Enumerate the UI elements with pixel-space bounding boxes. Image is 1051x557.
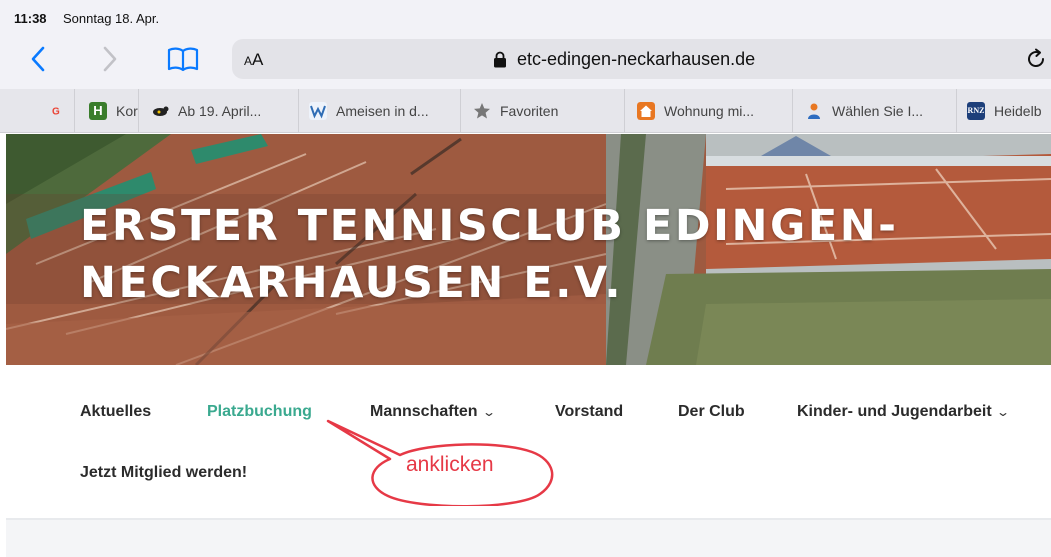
animal-icon [153, 106, 169, 116]
svg-text:G: G [52, 106, 60, 117]
h-icon: H [89, 102, 107, 120]
lock-icon [494, 51, 506, 68]
status-bar: 11:38 Sonntag 18. Apr. [0, 0, 1051, 34]
nav-jetzt-mitglied[interactable]: Jetzt Mitglied werden! [80, 464, 247, 482]
browser-toolbar: AA etc-edingen-neckarhausen.de [0, 34, 1051, 89]
chevron-down-icon: ⌄ [995, 405, 1010, 419]
reload-icon[interactable] [1025, 48, 1047, 70]
rnz-icon: RNZ [967, 102, 985, 120]
forward-chevron-icon[interactable] [96, 44, 122, 74]
favorite-favoriten[interactable]: Favoriten [460, 89, 624, 133]
nav-der-club[interactable]: Der Club [678, 403, 745, 421]
w-icon [309, 102, 327, 120]
star-icon [474, 103, 490, 119]
annotation-text: anklicken [406, 453, 494, 476]
nav-vorstand[interactable]: Vorstand [555, 403, 623, 421]
address-bar[interactable]: AA etc-edingen-neckarhausen.de [232, 39, 1051, 79]
google-icon: G [52, 106, 60, 117]
nav-kinder-jugendarbeit[interactable]: Kinder- und Jugendarbeit ⌄ [797, 403, 1010, 421]
house-icon [637, 102, 655, 120]
favorite-heidelberg[interactable]: RNZ Heidelb [956, 89, 1051, 133]
book-icon[interactable] [166, 45, 200, 73]
nav-kinder-jugendarbeit-label: Kinder- und Jugendarbeit [797, 403, 992, 420]
text-size-button[interactable]: AA [244, 50, 263, 70]
nav-platzbuchung[interactable]: Platzbuchung [207, 403, 312, 421]
favorites-bar: G H Kor Ab 19. April... Ameisen in d... … [0, 89, 1051, 133]
person-icon [808, 103, 820, 119]
url-text[interactable]: etc-edingen-neckarhausen.de [517, 49, 755, 70]
favorite-kor[interactable]: H Kor [74, 89, 138, 133]
back-chevron-icon[interactable] [26, 44, 52, 74]
favorite-google[interactable]: G [30, 89, 74, 133]
status-date: Sonntag 18. Apr. [63, 11, 160, 26]
favorite-ab-19-april[interactable]: Ab 19. April... [138, 89, 298, 133]
main-navigation: Aktuelles Platzbuchung Mannschaften ⌄ Vor… [0, 366, 1051, 516]
favorite-waehlen[interactable]: Wählen Sie I... [792, 89, 956, 133]
hero-banner: ERSTER TENNISCLUB EDINGEN-NECKARHAUSEN E… [6, 134, 1051, 365]
favorite-wohnung[interactable]: Wohnung mi... [624, 89, 792, 133]
status-time: 11:38 [14, 11, 47, 26]
site-title[interactable]: ERSTER TENNISCLUB EDINGEN-NECKARHAUSEN E… [80, 198, 980, 312]
favorite-ameisen[interactable]: Ameisen in d... [298, 89, 460, 133]
nav-aktuelles[interactable]: Aktuelles [80, 403, 151, 421]
content-strip [6, 518, 1051, 557]
